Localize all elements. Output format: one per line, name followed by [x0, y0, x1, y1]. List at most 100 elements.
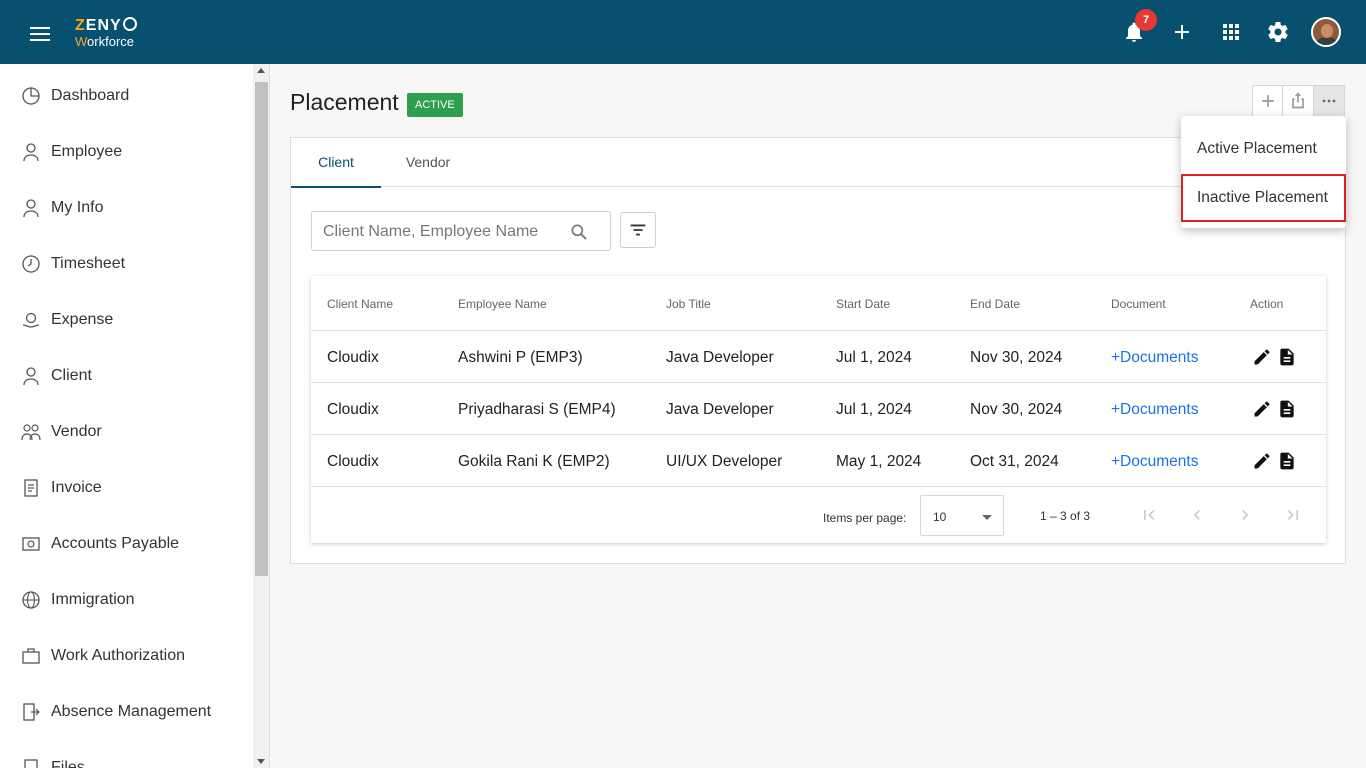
tab-vendor[interactable]: Vendor [383, 138, 473, 187]
more-horizontal-icon [1322, 99, 1336, 103]
export-button[interactable] [1283, 86, 1314, 116]
search-box [311, 211, 611, 251]
cell-client-name: Cloudix [327, 349, 379, 366]
files-icon [24, 759, 38, 768]
more-options-button[interactable] [1313, 86, 1344, 116]
sidebar-item-label: Accounts Payable [51, 535, 180, 552]
vendor-icon [21, 424, 41, 441]
add-button[interactable] [1253, 86, 1284, 116]
cell-start-date: Jul 1, 2024 [836, 349, 912, 366]
documents-link[interactable]: +Documents [1111, 349, 1198, 367]
sidebar-item-timesheet[interactable]: Timesheet [0, 236, 253, 292]
accounts-payable-icon [22, 537, 40, 551]
exit-door-icon [23, 703, 40, 721]
more-options-menu: Active Placement Inactive Placement [1181, 116, 1346, 228]
items-per-page-value: 10 [933, 510, 947, 524]
column-header-job-title[interactable]: Job Title [666, 297, 711, 311]
sidebar-item-label: Absence Management [51, 703, 212, 720]
invoice-icon [24, 479, 38, 497]
cell-employee-name: Ashwini P (EMP3) [458, 349, 583, 366]
cell-start-date: May 1, 2024 [836, 453, 922, 470]
edit-icon[interactable] [1252, 347, 1272, 367]
placement-table: Client Name Employee Name Job Title Star… [311, 276, 1326, 543]
column-header-start-date[interactable]: Start Date [836, 297, 890, 311]
filter-button[interactable] [620, 212, 656, 248]
tab-client[interactable]: Client [291, 138, 381, 188]
table-row: Cloudix Priyadharasi S (EMP4) Java Devel… [311, 383, 1326, 435]
table-header: Client Name Employee Name Job Title Star… [311, 276, 1326, 331]
sidebar-item-vendor[interactable]: Vendor [0, 404, 253, 460]
sidebar-item-label: Employee [51, 143, 123, 160]
plus-icon [1262, 95, 1274, 107]
last-page-icon[interactable] [1283, 505, 1303, 525]
sidebar-item-files[interactable]: Files [0, 740, 253, 768]
sidebar-item-client[interactable]: Client [0, 348, 253, 404]
logo[interactable]: ZENY Workforce [75, 17, 137, 48]
globe-icon [22, 591, 40, 609]
logo-letter: Z [75, 17, 86, 34]
logo-text-2: orkforce [87, 34, 135, 49]
sidebar-item-dashboard[interactable]: Dashboard [0, 68, 253, 124]
scrollbar-thumb[interactable] [255, 82, 268, 576]
column-header-client-name[interactable]: Client Name [327, 297, 393, 311]
sidebar-item-label: Dashboard [51, 87, 130, 104]
search-icon[interactable] [569, 222, 589, 242]
edit-icon[interactable] [1252, 399, 1272, 419]
column-header-employee-name[interactable]: Employee Name [458, 297, 547, 311]
menu-icon[interactable] [30, 27, 50, 41]
sidebar-item-accounts-payable[interactable]: Accounts Payable [0, 516, 253, 572]
avatar[interactable] [1311, 17, 1341, 47]
sidebar-item-expense[interactable]: Expense [0, 292, 253, 348]
cell-job-title: Java Developer [666, 401, 774, 418]
sidebar-item-my-info[interactable]: My Info [0, 180, 253, 236]
next-page-icon[interactable] [1235, 505, 1255, 525]
sidebar-item-immigration[interactable]: Immigration [0, 572, 253, 628]
edit-icon[interactable] [1252, 451, 1272, 471]
sidebar-item-label: Expense [51, 311, 114, 328]
documents-link[interactable]: +Documents [1111, 453, 1198, 471]
sidebar-item-invoice[interactable]: Invoice [0, 460, 253, 516]
scroll-down-icon[interactable] [257, 759, 265, 764]
table-row: Cloudix Ashwini P (EMP3) Java Developer … [311, 331, 1326, 383]
search-input[interactable] [323, 221, 563, 243]
sidebar-item-employee[interactable]: Employee [0, 124, 253, 180]
status-badge: ACTIVE [407, 93, 463, 117]
sidebar-item-label: Work Authorization [51, 647, 185, 664]
document-icon[interactable] [1277, 399, 1297, 419]
sidebar-item-label: Invoice [51, 479, 102, 496]
cell-client-name: Cloudix [327, 401, 379, 418]
sidebar-item-label: Client [51, 367, 92, 384]
items-per-page-select[interactable]: 10 [920, 495, 1004, 536]
document-icon[interactable] [1277, 347, 1297, 367]
page-range-label: 1 – 3 of 3 [1040, 509, 1091, 523]
column-header-document: Document [1111, 297, 1166, 311]
documents-link[interactable]: +Documents [1111, 401, 1198, 419]
plus-icon[interactable] [1170, 20, 1194, 44]
cell-employee-name: Gokila Rani K (EMP2) [458, 453, 610, 470]
menu-item-active-placement[interactable]: Active Placement [1181, 125, 1346, 173]
sidebar-item-label: Vendor [51, 423, 102, 440]
sidebar: Dashboard Employee My Info Timesheet Exp… [0, 64, 253, 768]
previous-page-icon[interactable] [1187, 505, 1207, 525]
apps-grid-icon[interactable] [1219, 20, 1243, 44]
menu-item-inactive-placement[interactable]: Inactive Placement [1181, 174, 1346, 222]
sidebar-item-label: My Info [51, 199, 104, 216]
scroll-up-icon[interactable] [257, 68, 265, 73]
sidebar-scrollbar[interactable] [253, 64, 270, 768]
column-header-end-date[interactable]: End Date [970, 297, 1020, 311]
gear-icon[interactable] [1266, 20, 1290, 44]
document-icon[interactable] [1277, 451, 1297, 471]
items-per-page-label: Items per page: [823, 511, 907, 525]
filter-icon [630, 224, 646, 236]
employee-icon [23, 143, 39, 162]
my-info-icon [23, 199, 39, 218]
cell-start-date: Jul 1, 2024 [836, 401, 912, 418]
toolbar [1252, 85, 1345, 117]
sidebar-item-absence-management[interactable]: Absence Management [0, 684, 253, 740]
first-page-icon[interactable] [1139, 505, 1159, 525]
sidebar-item-label: Files [51, 759, 85, 768]
share-icon [1292, 92, 1305, 109]
sidebar-item-work-authorization[interactable]: Work Authorization [0, 628, 253, 684]
cell-job-title: Java Developer [666, 349, 774, 366]
table-row: Cloudix Gokila Rani K (EMP2) UI/UX Devel… [311, 435, 1326, 487]
